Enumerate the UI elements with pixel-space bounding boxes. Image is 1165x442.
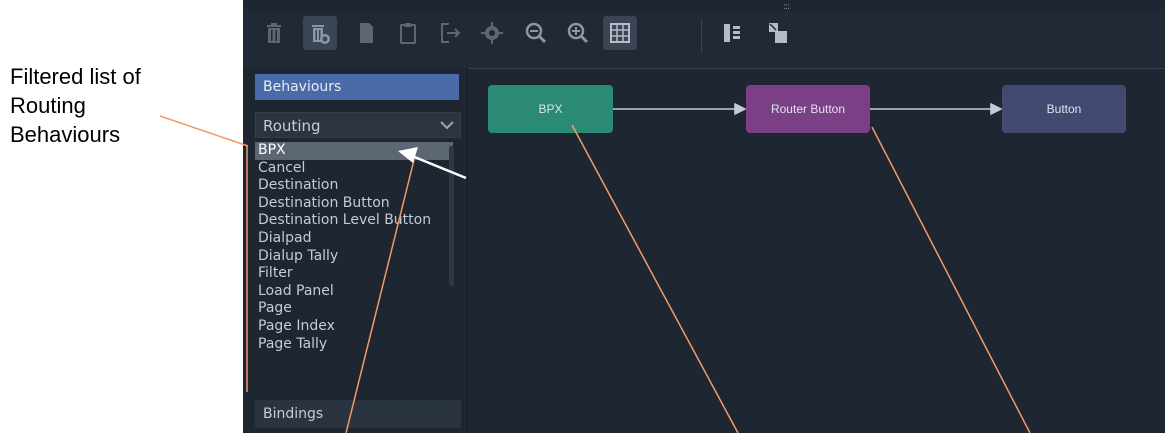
node-router-button[interactable]: Router Button — [746, 85, 870, 133]
list-item[interactable]: Dialup Tally — [255, 248, 453, 266]
zoom-in-icon[interactable] — [561, 16, 595, 50]
node-bpx[interactable]: BPX — [488, 85, 613, 133]
list-item[interactable]: Page — [255, 300, 453, 318]
chevron-down-icon — [440, 121, 454, 130]
list-item[interactable]: Destination Button — [255, 195, 453, 213]
layout-icon[interactable] — [761, 16, 795, 50]
behaviours-header[interactable]: Behaviours — [255, 74, 459, 100]
annotation-label: Filtered list of Routing Behaviours — [10, 62, 230, 149]
zoom-out-icon[interactable] — [519, 16, 553, 50]
behaviours-panel: Behaviours Routing BPX Cancel Destinatio… — [243, 68, 467, 433]
delete-all-icon[interactable] — [303, 16, 337, 50]
list-item[interactable]: Cancel — [255, 160, 453, 178]
node-label: BPX — [538, 102, 563, 116]
filter-selected-value: Routing — [263, 117, 321, 135]
list-item[interactable]: Filter — [255, 265, 453, 283]
grid-icon[interactable] — [603, 16, 637, 50]
list-item[interactable]: BPX — [255, 142, 453, 160]
list-item[interactable]: Page Index — [255, 318, 453, 336]
list-item[interactable]: Page Tally — [255, 336, 453, 354]
delete-icon[interactable] — [257, 16, 291, 50]
align-icon[interactable] — [715, 16, 749, 50]
node-label: Router Button — [770, 102, 846, 116]
export-icon[interactable] — [433, 16, 467, 50]
toolbar-separator — [701, 20, 702, 52]
app-window: ::: Behaviours Routing BPX Cancel Destin… — [243, 0, 1165, 433]
behaviour-list: BPX Cancel Destination Destination Butto… — [255, 142, 453, 442]
list-scrollbar[interactable] — [449, 146, 454, 286]
list-item[interactable]: Load Panel — [255, 283, 453, 301]
copy-icon[interactable] — [349, 16, 383, 50]
behaviour-filter-select[interactable]: Routing — [255, 112, 461, 138]
list-item[interactable]: Destination — [255, 177, 453, 195]
toolbar — [243, 10, 1165, 69]
annotation-line-3: Behaviours — [10, 122, 121, 147]
settings-icon[interactable] — [475, 16, 509, 50]
list-item[interactable]: Destination Level Button — [255, 212, 453, 230]
list-item[interactable]: Dialpad — [255, 230, 453, 248]
annotation-line-1: Filtered list of — [10, 64, 141, 89]
node-label: Button — [1046, 102, 1082, 116]
paste-icon[interactable] — [391, 16, 425, 50]
node-button[interactable]: Button — [1002, 85, 1126, 133]
flow-canvas[interactable]: BPX Router Button Button — [468, 69, 1165, 433]
bindings-header[interactable]: Bindings — [255, 400, 461, 428]
annotation-line-2: Routing — [10, 93, 86, 118]
